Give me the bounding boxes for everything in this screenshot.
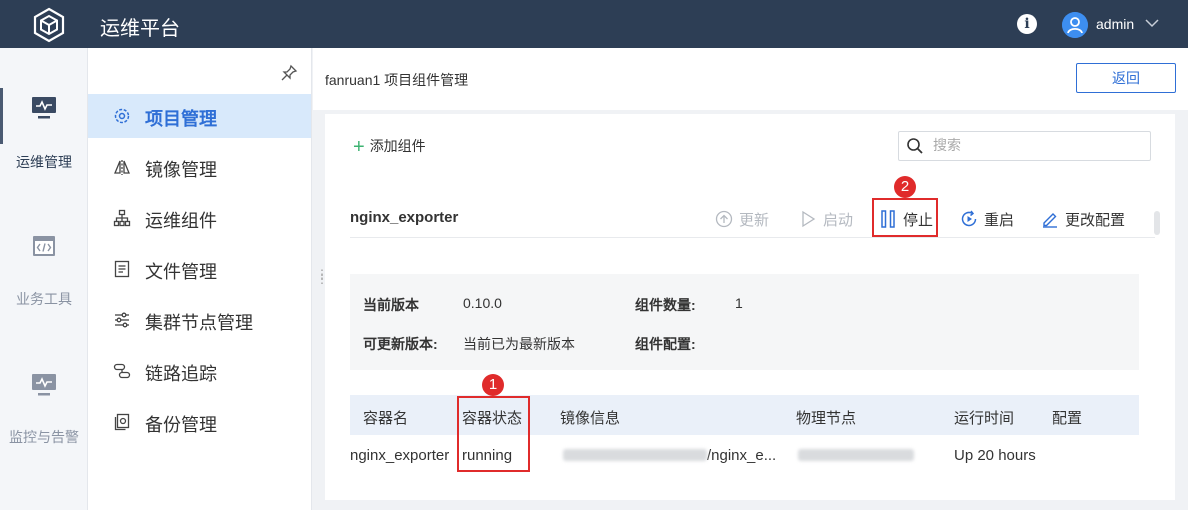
info-icon[interactable]: i (1017, 14, 1037, 34)
sidebar-item-label: 文件管理 (145, 262, 217, 282)
edit-config-button[interactable]: 更改配置 (1041, 209, 1125, 230)
annotation-marker-1: 1 (482, 374, 504, 396)
scrollbar[interactable] (1154, 211, 1160, 235)
sidebar-item-backup[interactable]: 备份管理 (88, 400, 311, 444)
component-count-label: 组件数量: (635, 297, 696, 313)
sidebar-item-components[interactable]: 运维组件 (88, 196, 311, 240)
column-header: 物理节点 (796, 410, 857, 427)
update-button[interactable]: 更新 (715, 209, 769, 230)
current-version-label: 当前版本 (363, 297, 419, 313)
rail-label-monitor: 监控与告警 (9, 429, 79, 445)
start-label: 启动 (823, 212, 854, 229)
plus-icon: + (353, 136, 365, 158)
physical-node-cell (798, 447, 914, 464)
sidebar-item-files[interactable]: 文件管理 (88, 247, 311, 291)
sidebar-item-label: 镜像管理 (145, 160, 217, 180)
component-name: nginx_exporter (350, 209, 459, 226)
version-info-panel: 当前版本 0.10.0 组件数量: 1 可更新版本: 当前已为最新版本 组件配置… (350, 274, 1139, 370)
annotation-marker-2: 2 (894, 176, 916, 198)
pin-icon[interactable] (280, 64, 298, 82)
redacted-node-ip (798, 449, 914, 461)
updatable-version-value: 当前已为最新版本 (463, 336, 575, 352)
status-highlight-box (457, 396, 530, 472)
rail-label-tools: 业务工具 (16, 291, 72, 307)
rail-item-monitor[interactable]: 监控与告警 (0, 326, 88, 445)
top-bar: 运维平台 i admin (0, 0, 1188, 48)
column-header: 容器名 (363, 410, 409, 427)
code-window-icon (33, 236, 55, 256)
edit-icon (1043, 213, 1057, 228)
sidebar: 项目管理 镜像管理 运维组件 文件管理 集群节点管理 链路追踪 备份管理 (88, 48, 312, 510)
image-name-text: /nginx_e... (707, 447, 777, 464)
sidebar-item-label: 项目管理 (145, 109, 217, 129)
search-input[interactable] (933, 137, 1133, 153)
sidebar-item-label: 运维组件 (145, 211, 217, 231)
update-label: 更新 (739, 212, 770, 229)
restart-icon (961, 210, 977, 227)
sidebar-item-label: 集群节点管理 (145, 313, 253, 333)
add-component-label: 添加组件 (369, 138, 426, 154)
search-icon (907, 138, 923, 154)
chevron-down-icon[interactable] (1144, 15, 1160, 31)
gear-icon (114, 108, 130, 124)
sliders-icon (115, 312, 129, 328)
edit-config-label: 更改配置 (1065, 212, 1126, 229)
rail-label-ops: 运维管理 (16, 154, 72, 170)
rail-item-ops[interactable]: 运维管理 (0, 48, 88, 170)
restart-label: 重启 (984, 212, 1015, 229)
sidebar-item-label: 链路追踪 (145, 364, 217, 384)
backup-icon (114, 413, 130, 431)
sidebar-item-cluster[interactable]: 集群节点管理 (88, 298, 311, 342)
back-button[interactable]: 返回 (1076, 63, 1176, 93)
sidebar-item-trace[interactable]: 链路追踪 (88, 349, 311, 393)
column-header: 镜像信息 (560, 410, 621, 427)
play-icon (802, 210, 816, 228)
main-header: fanruan1 项目组件管理 返回 (313, 48, 1188, 110)
image-info-cell: /nginx_e... (563, 447, 776, 464)
rail-item-tools[interactable]: 业务工具 (0, 186, 88, 307)
update-icon (715, 210, 733, 228)
uptime-cell: Up 20 hours (954, 447, 1036, 464)
pulse-monitor-icon (32, 374, 56, 396)
search-box[interactable] (898, 131, 1151, 161)
component-count-value: 1 (735, 295, 743, 311)
sidebar-item-project[interactable]: 项目管理 (88, 94, 311, 138)
cube-logo-icon (33, 7, 65, 43)
user-name[interactable]: admin (1096, 16, 1134, 32)
component-config-label: 组件配置: (635, 336, 696, 352)
restart-button[interactable]: 重启 (960, 209, 1014, 230)
add-component-button[interactable]: + 添加组件 (353, 136, 426, 159)
sidebar-resize-handle[interactable]: ⋮ ⋮ (316, 268, 328, 288)
trace-icon (113, 363, 131, 379)
left-rail: 运维管理 业务工具 监控与告警 (0, 48, 88, 510)
document-icon (114, 260, 130, 278)
user-avatar-icon[interactable] (1062, 12, 1088, 38)
component-card: +添加组件 nginx_exporter 更新 启动 停止 重启 (325, 114, 1175, 500)
hierarchy-icon (113, 209, 131, 227)
updatable-version-label: 可更新版本: (363, 336, 438, 352)
column-header: 运行时间 (954, 410, 1015, 427)
sidebar-item-mirror[interactable]: 镜像管理 (88, 145, 311, 189)
container-name-cell: nginx_exporter (350, 447, 450, 464)
monitor-icon (32, 97, 56, 119)
mirror-icon (114, 160, 130, 175)
app-title: 运维平台 (100, 18, 180, 40)
column-header: 配置 (1052, 410, 1083, 427)
divider (350, 237, 1155, 238)
redacted-image-host (563, 449, 707, 461)
sidebar-item-label: 备份管理 (145, 415, 217, 435)
current-version-value: 0.10.0 (463, 295, 502, 311)
stop-highlight-box (872, 198, 938, 237)
start-button[interactable]: 启动 (799, 209, 853, 230)
breadcrumb: fanruan1 项目组件管理 (325, 72, 469, 88)
